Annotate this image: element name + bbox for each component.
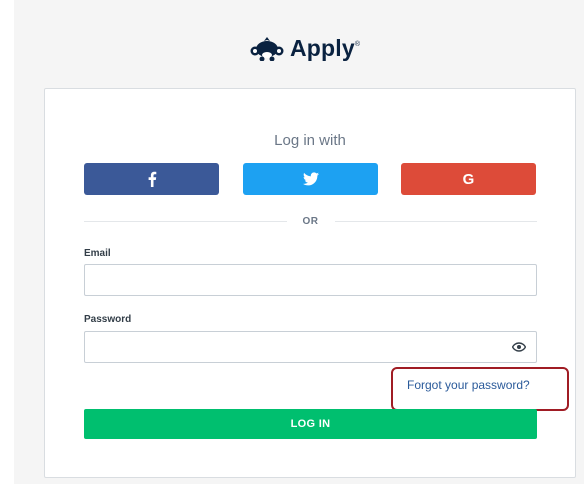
email-field[interactable]	[84, 264, 537, 296]
brand-name: Apply®	[290, 34, 361, 61]
login-with-heading: Log in with	[274, 132, 346, 149]
password-label: Password	[84, 314, 132, 325]
twitter-login-button[interactable]	[243, 163, 378, 195]
google-icon: G	[462, 170, 475, 188]
divider-line	[334, 220, 537, 222]
twitter-icon	[302, 172, 319, 186]
or-divider: OR	[84, 214, 537, 228]
email-label: Email	[84, 248, 111, 259]
brand-logo: Apply®	[250, 32, 360, 64]
or-text: OR	[302, 215, 319, 227]
forgot-password-link[interactable]: Forgot your password?	[407, 378, 530, 392]
login-card: Log in with G OR Email Password Forgot y…	[44, 88, 576, 478]
facebook-login-button[interactable]	[84, 163, 219, 195]
login-button[interactable]: LOG IN	[84, 409, 537, 439]
divider-line	[84, 220, 287, 222]
show-password-toggle[interactable]	[511, 340, 527, 354]
eye-icon	[512, 342, 526, 352]
password-field[interactable]	[84, 331, 537, 363]
surveymonkey-logo-icon	[250, 37, 284, 61]
google-login-button[interactable]: G	[401, 163, 536, 195]
facebook-icon	[148, 171, 156, 187]
